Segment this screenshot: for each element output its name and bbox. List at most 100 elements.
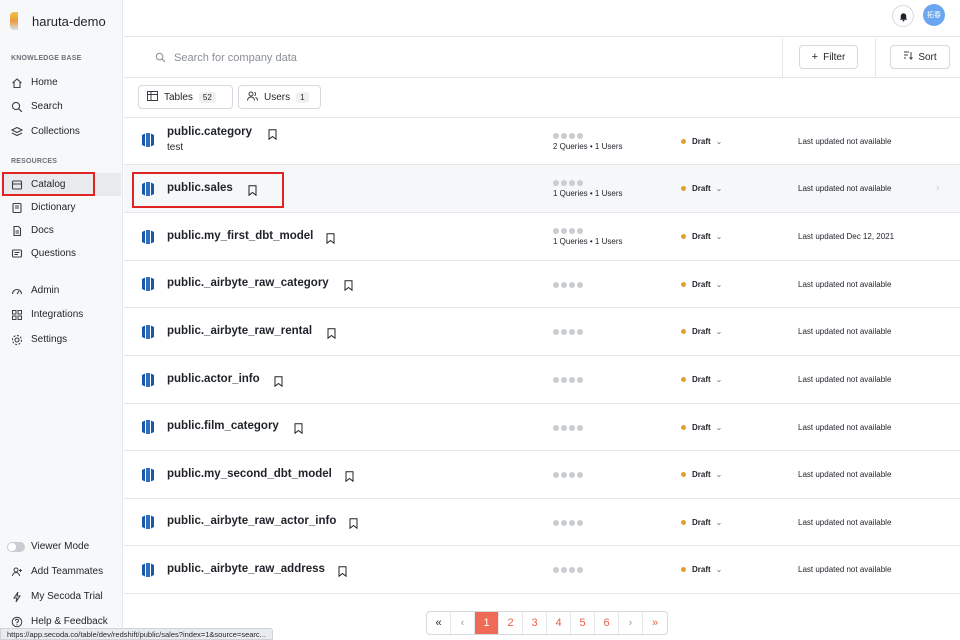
status-label: Draft: [692, 184, 711, 193]
popularity-dot: [553, 132, 559, 139]
popularity-dot: [561, 472, 567, 478]
redshift-table-icon: [142, 515, 154, 529]
next-page-button[interactable]: ›: [619, 612, 643, 634]
page-button[interactable]: 4: [547, 612, 571, 634]
bookmark-icon[interactable]: [327, 328, 336, 339]
popularity-dot: [577, 377, 583, 383]
status-label: Draft: [692, 470, 711, 479]
status-dropdown[interactable]: Draft ⌄: [681, 327, 722, 336]
status-dropdown[interactable]: Draft ⌄: [681, 470, 722, 479]
popularity-dot: [553, 472, 559, 478]
chevron-right-icon: ›: [936, 182, 940, 194]
table-name-link[interactable]: public.actor_info: [167, 373, 260, 385]
chevron-down-icon: ⌄: [715, 279, 723, 289]
status-dropdown[interactable]: Draft ⌄: [681, 423, 722, 432]
bookmark-icon[interactable]: [349, 518, 358, 529]
status-dropdown[interactable]: Draft ⌄: [681, 280, 722, 289]
table-name-link[interactable]: public._airbyte_raw_category: [167, 277, 329, 289]
bookmark-icon[interactable]: [345, 471, 354, 482]
popularity-dot: [561, 567, 567, 573]
page-button[interactable]: 5: [571, 612, 595, 634]
popularity-dot: [561, 377, 567, 383]
table-name-link[interactable]: public.my_first_dbt_model: [167, 230, 313, 242]
sidebar-item-admin[interactable]: Admin: [3, 279, 121, 302]
last-page-button[interactable]: »: [643, 612, 667, 634]
page-button[interactable]: 2: [499, 612, 523, 634]
workspace-switcher[interactable]: haruta-demo: [10, 11, 106, 31]
popularity-dot: [577, 472, 583, 478]
popularity-dots: [553, 519, 583, 526]
sidebar-item-label: Home: [31, 77, 58, 88]
sort-button[interactable]: Sort: [890, 45, 950, 69]
popularity-dot: [577, 281, 583, 288]
status-label: Draft: [692, 565, 711, 574]
bookmark-icon[interactable]: [338, 566, 347, 577]
gear-icon: [11, 334, 23, 346]
first-page-button[interactable]: «: [427, 612, 451, 634]
notifications-button[interactable]: [892, 5, 914, 27]
table-name-link[interactable]: public._airbyte_raw_actor_info: [167, 515, 336, 527]
popularity-dot: [553, 424, 559, 431]
page-button[interactable]: 1: [475, 612, 499, 634]
search-icon: [155, 52, 166, 66]
redshift-table-icon: [142, 133, 154, 147]
table-name-link[interactable]: public.my_second_dbt_model: [167, 468, 332, 480]
status-dropdown[interactable]: Draft ⌄: [681, 518, 722, 527]
query-stats: 1 Queries • 1 Users: [553, 189, 623, 198]
status-dot-icon: [681, 472, 686, 477]
table-name-link[interactable]: public._airbyte_raw_rental: [167, 325, 312, 337]
sidebar-item-dictionary[interactable]: Dictionary: [3, 196, 121, 219]
status-dropdown[interactable]: Draft ⌄: [681, 184, 722, 193]
sidebar-item-search[interactable]: Search: [3, 95, 121, 118]
sidebar-item-label: Settings: [31, 334, 68, 345]
bookmark-icon[interactable]: [326, 233, 335, 244]
popularity-dot: [561, 180, 567, 186]
page-button[interactable]: 6: [595, 612, 619, 634]
tab-tables[interactable]: Tables 52: [138, 85, 233, 109]
tab-users[interactable]: Users 1: [238, 85, 321, 109]
sidebar-item-label: Dictionary: [31, 202, 76, 213]
toggle-icon[interactable]: [7, 541, 25, 552]
popularity-dots: [553, 132, 583, 139]
sidebar-item-settings[interactable]: Settings: [3, 328, 121, 351]
popularity-dot: [553, 180, 559, 186]
avatar[interactable]: 拓春: [923, 4, 945, 26]
popularity-dots: [553, 281, 583, 288]
status-dropdown[interactable]: Draft ⌄: [681, 232, 722, 241]
table-name-link[interactable]: public.film_category: [167, 420, 279, 432]
bookmark-icon[interactable]: [294, 423, 303, 434]
bookmark-icon[interactable]: [268, 129, 277, 140]
prev-page-button[interactable]: ‹: [451, 612, 475, 634]
sort-label: Sort: [918, 51, 937, 63]
popularity-dots: [553, 424, 583, 431]
collections-icon: [11, 126, 23, 138]
table-name-link[interactable]: public.category: [167, 126, 252, 138]
popularity-dot: [561, 424, 567, 431]
status-label: Draft: [692, 136, 711, 146]
popularity-dot: [561, 329, 567, 335]
bookmark-icon[interactable]: [274, 376, 283, 387]
popularity-dot: [561, 132, 567, 139]
sidebar-item-label: Admin: [31, 285, 60, 296]
popularity-dots: [553, 329, 583, 335]
table-description: test: [167, 142, 184, 153]
sidebar-item-home[interactable]: Home: [3, 71, 121, 94]
search-input[interactable]: [174, 50, 734, 66]
status-dropdown[interactable]: Draft ⌄: [681, 565, 722, 574]
bookmark-icon[interactable]: [344, 280, 353, 291]
page-button[interactable]: 3: [523, 612, 547, 634]
status-dropdown[interactable]: Draft ⌄: [681, 375, 722, 384]
table-name-link[interactable]: public._airbyte_raw_address: [167, 563, 325, 575]
chevron-down-icon: ⌄: [715, 184, 723, 193]
sort-icon: [903, 51, 914, 63]
sidebar-item-collections[interactable]: Collections: [3, 120, 121, 143]
viewer-mode-toggle[interactable]: Viewer Mode: [3, 535, 121, 558]
sidebar-item-add-teammates[interactable]: Add Teammates: [3, 560, 121, 583]
filter-button[interactable]: + Filter: [799, 45, 858, 69]
sidebar-item-questions[interactable]: Questions: [3, 242, 121, 265]
sidebar-item-docs[interactable]: Docs: [3, 219, 121, 242]
status-dropdown[interactable]: Draft ⌄: [681, 137, 722, 146]
sidebar-item-trial[interactable]: My Secoda Trial: [3, 585, 121, 608]
sidebar-item-integrations[interactable]: Integrations: [3, 303, 121, 326]
popularity-dot: [553, 329, 559, 335]
